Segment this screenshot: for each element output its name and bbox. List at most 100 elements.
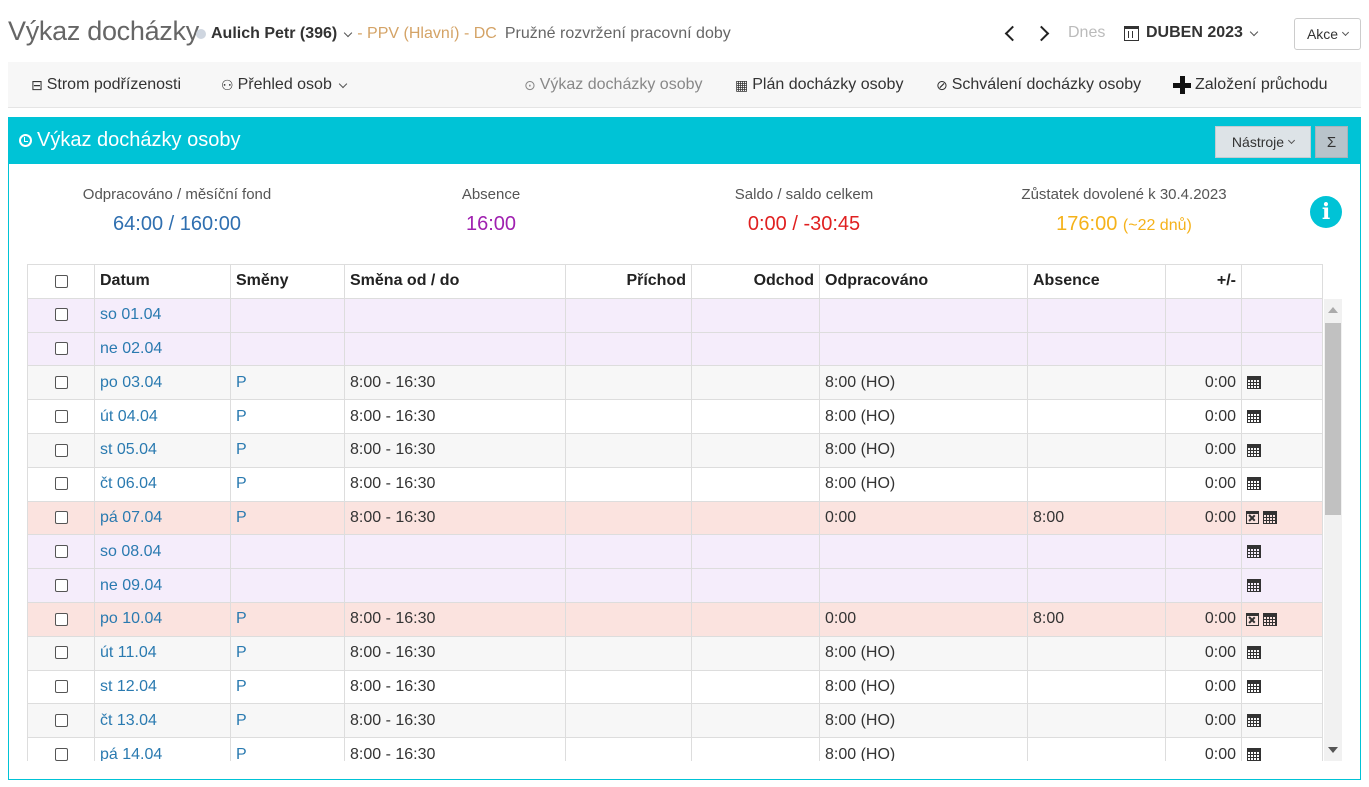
calendar-cancel-icon[interactable] [1246, 511, 1259, 525]
sum-button[interactable]: Σ [1315, 126, 1348, 158]
cell-shift[interactable]: P [230, 737, 345, 761]
info-icon[interactable]: i [1310, 196, 1342, 228]
col-absence[interactable]: Absence [1027, 264, 1166, 299]
cell-date[interactable]: st 12.04 [94, 669, 231, 705]
persons-overview-button[interactable]: ⚇ Přehled osob [221, 76, 352, 94]
calendar-icon[interactable] [1247, 714, 1261, 728]
table-scrollbar[interactable] [1324, 299, 1342, 761]
calendar-icon[interactable] [1263, 511, 1277, 525]
tools-button[interactable]: Nástroje [1215, 126, 1311, 158]
calendar-icon[interactable] [1247, 443, 1261, 457]
scroll-up-icon[interactable] [1328, 307, 1338, 313]
cell-shift[interactable] [230, 331, 345, 367]
row-checkbox[interactable] [54, 680, 68, 694]
scroll-thumb[interactable] [1325, 323, 1341, 515]
scroll-down-icon[interactable] [1328, 747, 1338, 753]
calendar-icon[interactable] [1247, 578, 1261, 592]
col-diff[interactable]: +/- [1165, 264, 1242, 299]
attendance-report-tab[interactable]: ⊙ Výkaz docházky osoby [524, 76, 702, 94]
row-checkbox[interactable] [54, 409, 68, 423]
cell-date[interactable]: čt 13.04 [94, 703, 231, 739]
table-row[interactable]: pá 07.04 P 8:00 - 16:30 0:00 8:00 0:00 [27, 500, 1323, 536]
col-arrival[interactable]: Příchod [565, 264, 692, 299]
table-row[interactable]: st 12.04 P 8:00 - 16:30 8:00 (HO) 0:00 [27, 669, 1323, 705]
table-row[interactable]: so 01.04 [27, 297, 1323, 333]
table-row[interactable]: út 11.04 P 8:00 - 16:30 8:00 (HO) 0:00 [27, 635, 1323, 671]
table-row[interactable]: so 08.04 [27, 534, 1323, 570]
cell-date[interactable]: so 01.04 [94, 297, 231, 333]
table-row[interactable]: út 04.04 P 8:00 - 16:30 8:00 (HO) 0:00 [27, 399, 1323, 434]
actions-button[interactable]: Akce [1294, 18, 1361, 50]
table-row[interactable]: čt 13.04 P 8:00 - 16:30 8:00 (HO) 0:00 [27, 703, 1323, 739]
cell-shift[interactable] [230, 297, 345, 333]
cell-shift[interactable]: P [230, 669, 345, 705]
attendance-approval-tab[interactable]: ⊘ Schválení docházky osoby [936, 76, 1141, 94]
month-selector[interactable]: DUBEN 2023 [1124, 24, 1263, 42]
calendar-icon[interactable] [1247, 409, 1261, 423]
row-checkbox[interactable] [54, 443, 68, 457]
today-button[interactable]: Dnes [1068, 24, 1105, 42]
calendar-icon[interactable] [1247, 477, 1261, 491]
cell-shift[interactable]: P [230, 399, 345, 434]
cell-shift[interactable]: P [230, 466, 345, 502]
row-checkbox[interactable] [54, 545, 68, 559]
cell-date[interactable]: st 05.04 [94, 432, 231, 468]
row-checkbox[interactable] [54, 308, 68, 322]
cell-shift[interactable]: P [230, 432, 345, 468]
subordinate-tree-button[interactable]: ⊟ Strom podřízenosti [31, 76, 181, 94]
calendar-icon[interactable] [1263, 612, 1277, 626]
col-shift-span[interactable]: Směna od / do [344, 264, 566, 299]
calendar-icon[interactable] [1247, 680, 1261, 694]
cell-shift[interactable]: P [230, 500, 345, 536]
cell-absence [1027, 399, 1166, 434]
cell-date[interactable]: pá 07.04 [94, 500, 231, 536]
col-departure[interactable]: Odchod [691, 264, 820, 299]
col-shifts[interactable]: Směny [230, 264, 345, 299]
cell-shift[interactable]: P [230, 703, 345, 739]
row-checkbox[interactable] [54, 342, 68, 356]
attendance-plan-tab[interactable]: ▦ Plán docházky osoby [735, 76, 903, 94]
table-row[interactable]: pá 14.04 P 8:00 - 16:30 8:00 (HO) 0:00 [27, 737, 1323, 761]
cell-date[interactable]: čt 06.04 [94, 466, 231, 502]
cell-worked: 8:00 (HO) [819, 466, 1028, 502]
table-row[interactable]: st 05.04 P 8:00 - 16:30 8:00 (HO) 0:00 [27, 432, 1323, 468]
cell-date[interactable]: ne 02.04 [94, 331, 231, 367]
calendar-icon[interactable] [1247, 747, 1261, 761]
cell-date[interactable]: pá 14.04 [94, 737, 231, 761]
row-checkbox[interactable] [54, 477, 68, 491]
previous-month-icon[interactable] [1002, 22, 1016, 44]
calendar-icon[interactable] [1247, 376, 1261, 390]
calendar-cancel-icon[interactable] [1246, 612, 1259, 626]
cell-shift[interactable]: P [230, 635, 345, 671]
cell-shift[interactable] [230, 568, 345, 603]
cell-date[interactable]: út 04.04 [94, 399, 231, 434]
next-month-icon[interactable] [1036, 22, 1050, 44]
cell-shift[interactable]: P [230, 365, 345, 401]
cell-date[interactable]: út 11.04 [94, 635, 231, 671]
table-row[interactable]: ne 02.04 [27, 331, 1323, 367]
table-row[interactable]: ne 09.04 [27, 568, 1323, 603]
table-row[interactable]: po 03.04 P 8:00 - 16:30 8:00 (HO) 0:00 [27, 365, 1323, 401]
row-checkbox[interactable] [54, 578, 68, 592]
cell-date[interactable]: po 10.04 [94, 601, 231, 637]
col-date[interactable]: Datum [94, 264, 231, 299]
col-worked[interactable]: Odpracováno [819, 264, 1028, 299]
cell-shift[interactable]: P [230, 601, 345, 637]
table-row[interactable]: čt 06.04 P 8:00 - 16:30 8:00 (HO) 0:00 [27, 466, 1323, 502]
row-checkbox[interactable] [54, 714, 68, 728]
select-all-checkbox[interactable] [54, 274, 68, 288]
calendar-icon[interactable] [1247, 545, 1261, 559]
cell-date[interactable]: ne 09.04 [94, 568, 231, 603]
row-checkbox[interactable] [54, 646, 68, 660]
row-checkbox[interactable] [54, 747, 68, 761]
table-row[interactable]: po 10.04 P 8:00 - 16:30 0:00 8:00 0:00 [27, 601, 1323, 637]
row-checkbox[interactable] [54, 376, 68, 390]
person-selector[interactable]: Aulich Petr (396) - PPV (Hlavní) - DC Pr… [196, 25, 731, 43]
row-checkbox[interactable] [54, 511, 68, 525]
cell-shift[interactable] [230, 534, 345, 570]
cell-date[interactable]: so 08.04 [94, 534, 231, 570]
cell-date[interactable]: po 03.04 [94, 365, 231, 401]
new-pass-button[interactable]: Založení průchodu [1173, 76, 1328, 94]
row-checkbox[interactable] [54, 612, 68, 626]
calendar-icon[interactable] [1247, 646, 1261, 660]
